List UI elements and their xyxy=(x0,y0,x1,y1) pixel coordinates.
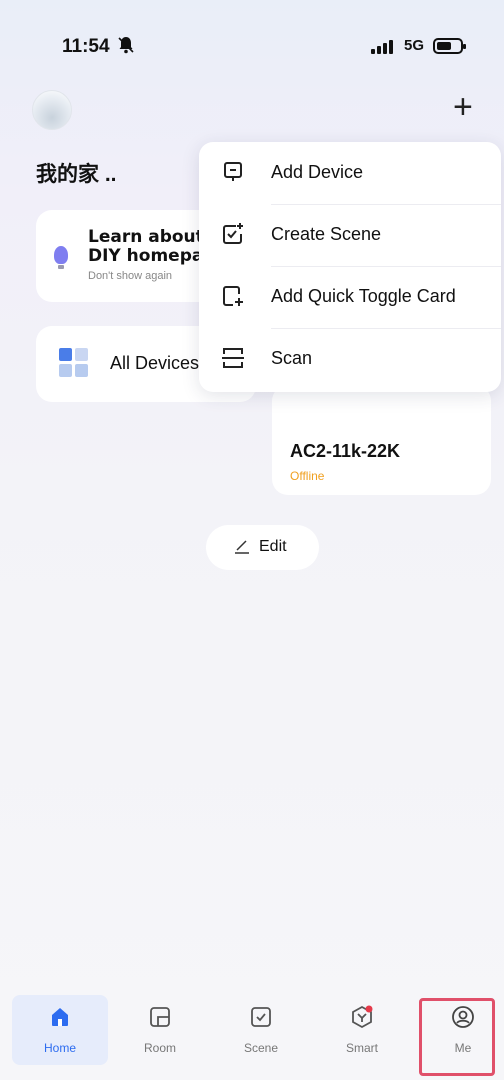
home-avatar[interactable] xyxy=(32,90,72,130)
battery-icon xyxy=(433,38,466,54)
status-time: 11:54 xyxy=(62,36,110,57)
menu-item-add-quick-toggle-card[interactable]: Add Quick Toggle Card xyxy=(199,266,501,328)
menu-item-scan[interactable]: Scan xyxy=(199,328,501,390)
network-type: 5G xyxy=(404,37,425,54)
scene-icon xyxy=(249,1005,273,1029)
quick-toggle-icon xyxy=(221,284,245,308)
lightbulb-icon xyxy=(54,246,68,269)
home-title[interactable]: 我的家 .. xyxy=(36,158,117,188)
menu-item-create-scene[interactable]: Create Scene xyxy=(199,204,501,266)
room-icon xyxy=(148,1005,172,1029)
add-device-icon xyxy=(221,160,245,184)
add-icon[interactable]: + xyxy=(453,90,473,124)
smart-icon xyxy=(350,1005,374,1029)
home-icon xyxy=(48,1005,72,1029)
edit-button[interactable]: Edit xyxy=(206,525,319,570)
tab-label: Room xyxy=(143,1041,176,1055)
tab-smart[interactable]: Smart xyxy=(314,995,410,1065)
pencil-icon xyxy=(234,538,250,558)
menu-item-add-device[interactable]: Add Device xyxy=(199,142,501,204)
device-name: AC2-11k-22K xyxy=(290,441,401,461)
signal-icon xyxy=(371,40,397,54)
tab-room[interactable]: Room xyxy=(112,995,208,1065)
device-card[interactable]: AC2-11k-22K Offline xyxy=(272,385,491,495)
tab-label: Smart xyxy=(345,1041,378,1055)
tab-label: Scene xyxy=(243,1041,279,1055)
tab-label: Home xyxy=(43,1041,76,1055)
mute-icon xyxy=(118,36,134,59)
me-tab-highlight xyxy=(419,998,495,1076)
menu-item-label: Scan xyxy=(271,348,313,368)
tab-scene[interactable]: Scene xyxy=(213,995,309,1065)
menu-item-label: Create Scene xyxy=(271,224,382,244)
devices-grid-icon xyxy=(59,348,89,378)
add-menu: Add Device Create Scene Add Quick Toggle… xyxy=(199,142,501,392)
status-bar: 11:54 5G xyxy=(0,0,504,90)
all-devices-label: All Devices xyxy=(110,353,200,373)
create-scene-icon xyxy=(221,222,245,246)
menu-item-label: Add Device xyxy=(271,162,364,182)
tab-home[interactable]: Home xyxy=(12,995,108,1065)
scan-icon xyxy=(221,346,245,370)
menu-item-label: Add Quick Toggle Card xyxy=(271,286,456,306)
edit-label: Edit xyxy=(259,538,287,555)
device-status: Offline xyxy=(290,469,325,483)
